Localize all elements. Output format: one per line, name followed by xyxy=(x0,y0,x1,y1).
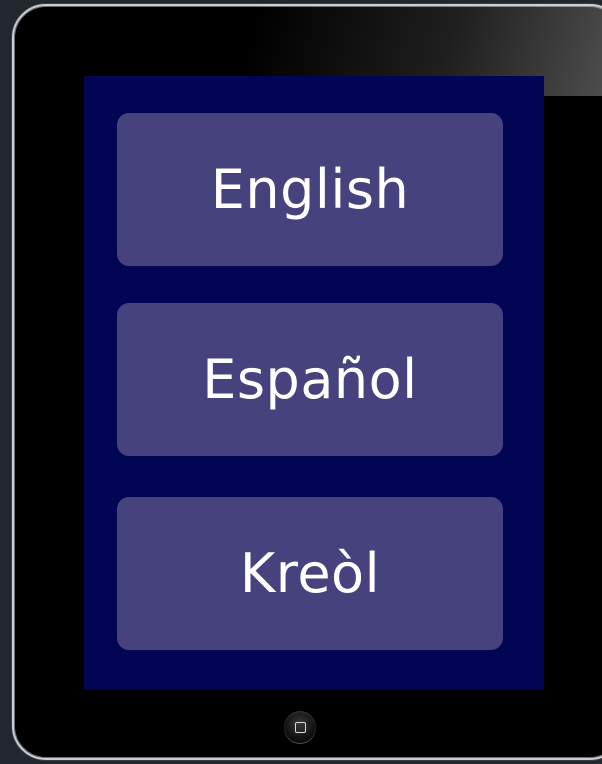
kreyol-button[interactable]: Kreòl xyxy=(117,497,503,650)
english-button[interactable]: English xyxy=(117,113,503,266)
home-button[interactable] xyxy=(284,711,316,743)
english-button-label: English xyxy=(210,158,410,221)
spanish-button-label: Español xyxy=(202,348,418,411)
home-button-icon xyxy=(294,721,306,733)
kreyol-button-label: Kreòl xyxy=(239,542,381,605)
spanish-button[interactable]: Español xyxy=(117,303,503,456)
app-screen: English Español Kreòl xyxy=(84,76,544,690)
